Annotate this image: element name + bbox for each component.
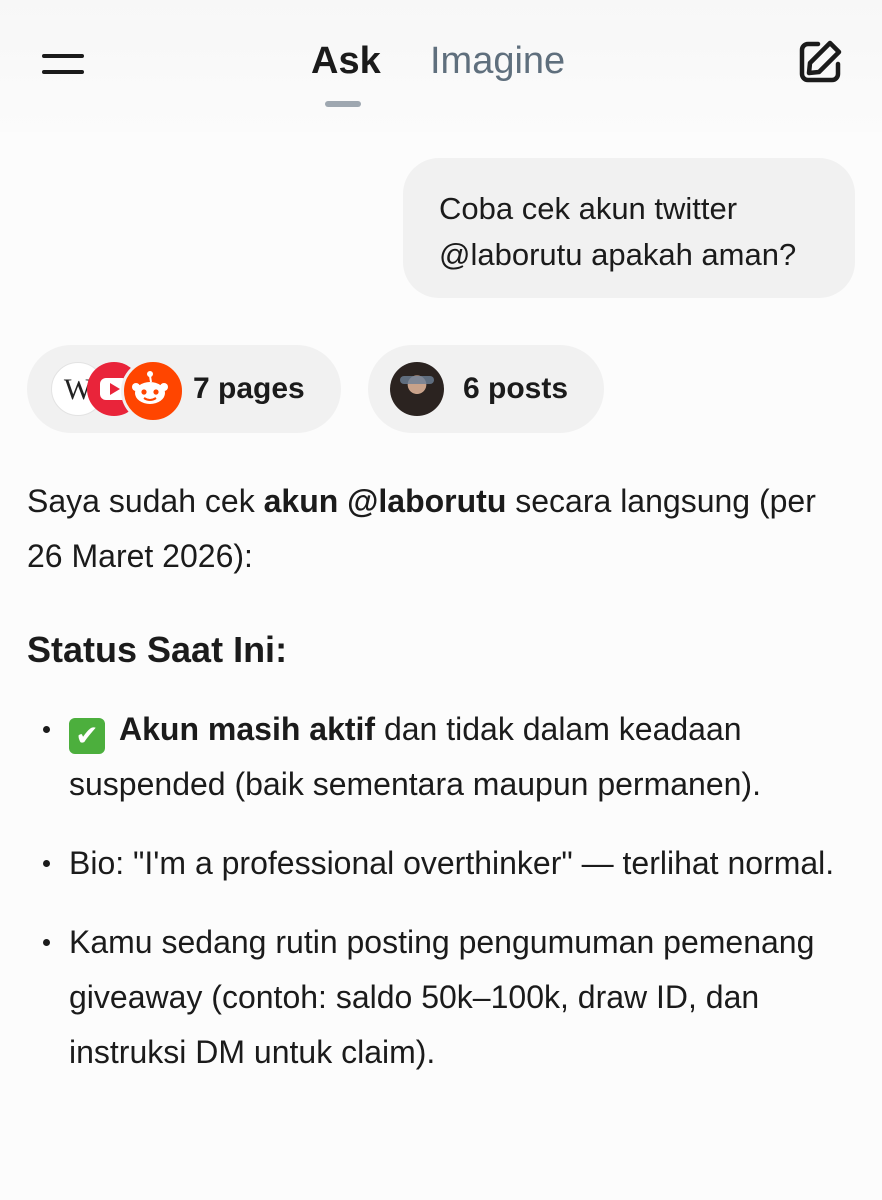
tab-imagine[interactable]: Imagine [430, 38, 565, 84]
intro-bold-text: akun @laborutu [263, 483, 507, 519]
sources-pages-chip[interactable]: W 7 pages [27, 345, 341, 433]
check-mark-icon: ✔ [69, 718, 105, 754]
list-item: Bio: "I'm a professional overthinker" — … [27, 836, 857, 891]
user-message-line: @laborutu apakah aman? [439, 237, 797, 272]
pages-count-label: 7 pages [193, 372, 305, 405]
status-heading: Status Saat Ini: [27, 629, 288, 670]
hamburger-menu-icon[interactable] [38, 44, 88, 80]
intro-text: Saya sudah cek [27, 483, 264, 519]
active-tab-indicator [325, 101, 361, 107]
list-item: ✔ Akun masih aktif dan tidak dalam keadaa… [27, 702, 857, 812]
new-chat-edit-icon[interactable] [794, 36, 846, 88]
top-bar: Ask Imagine [0, 0, 882, 132]
assistant-response: Saya sudah cek akun @laborutu secara lan… [27, 474, 857, 1104]
list-item: Kamu sedang rutin posting pengumuman pem… [27, 915, 857, 1080]
user-message-line: Coba cek akun twitter [439, 191, 738, 226]
bullet-text: Kamu sedang rutin posting pengumuman pem… [69, 924, 815, 1070]
sources-posts-chip[interactable]: 6 posts [368, 345, 604, 433]
status-list: ✔ Akun masih aktif dan tidak dalam keadaa… [27, 702, 857, 1080]
bullet-dot [43, 939, 50, 946]
bullet-dot [43, 860, 50, 867]
tab-ask[interactable]: Ask [311, 38, 381, 84]
user-avatar [390, 362, 444, 416]
bullet-dot [43, 726, 50, 733]
bullet-text: Bio: "I'm a professional overthinker" — … [69, 845, 835, 881]
posts-count-label: 6 posts [463, 372, 569, 405]
user-message-bubble: Coba cek akun twitter @laborutu apakah a… [403, 158, 855, 298]
response-intro: Saya sudah cek akun @laborutu secara lan… [27, 474, 857, 584]
reddit-icon [121, 359, 185, 423]
chat-screen: Ask Imagine Coba cek akun twitter @labor… [0, 0, 882, 1200]
bullet-bold-text: Akun masih aktif [119, 711, 376, 747]
